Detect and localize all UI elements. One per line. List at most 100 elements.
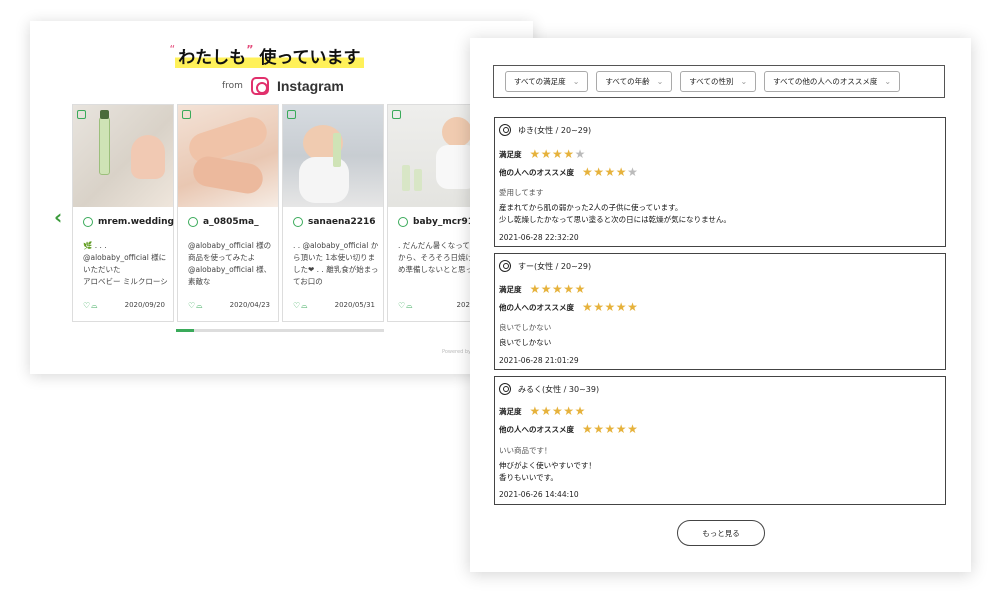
post-photo [73,105,173,207]
star-filled-icon: ★ [582,300,594,314]
instagram-badge-icon [182,110,191,119]
heading-highlight: わたしも [178,48,247,68]
satisfaction-row: 満足度 ★★★★★ [499,147,586,161]
post-user: mrem.wedding [83,217,174,227]
star-filled-icon: ★ [604,300,616,314]
review-title: 良いでしかない [499,323,552,332]
star-filled-icon: ★ [582,422,594,436]
star-filled-icon: ★ [552,404,564,418]
satisfaction-label: 満足度 [499,149,522,159]
review-item: みるく(女性 / 30~39) 満足度 ★★★★★ 他の人へのオススメ度 ★★★★★… [494,376,946,505]
post-date: 2020/05/31 [334,301,375,309]
review-title: いい商品です！ [499,446,552,455]
like-comment-icon: ♡⌓ [293,301,309,310]
review-date: 2021-06-28 21:01:29 [499,356,579,365]
star-filled-icon: ★ [552,282,564,296]
recommend-label: 他の人へのオススメ度 [499,424,574,434]
user-icon [499,124,511,136]
review-item: ゆき(女性 / 20~29) 満足度 ★★★★★ 他の人へのオススメ度 ★★★★★ … [494,117,946,247]
star-filled-icon: ★ [615,300,628,314]
star-filled-icon: ★ [615,422,628,436]
star-filled-icon: ★ [529,147,541,161]
heading-rest: 使っています [259,48,361,68]
post-card[interactable]: a_0805ma_ @alobaby_official 様の商品を使ってみたよ … [177,104,279,322]
post-date: 2020/04/23 [229,301,270,309]
filter-label: すべての満足度 [514,77,566,86]
star-filled-icon: ★ [593,300,605,314]
post-username: mrem.wedding [98,217,174,227]
user-icon [293,217,303,227]
star-filled-icon: ★ [604,422,616,436]
instagram-badge-icon [392,110,401,119]
post-caption: 🌿 . . . @alobaby_official 様にいただいた アロベビー … [83,241,168,286]
user-icon [83,217,93,227]
show-more-button[interactable]: もっと見る [677,520,765,546]
filter-label: すべての他の人へのオススメ度 [773,77,878,86]
star-filled-icon: ★ [529,282,541,296]
powered-by: Powered by [442,349,471,355]
star-filled-icon: ★ [574,282,586,296]
review-body: 伸びがよく使いやすいです！ 香りもいいです。 [499,461,596,482]
chevron-down-icon: ⌄ [572,77,580,86]
star-rating: ★★★★★ [582,422,638,436]
review-body: 良いでしかない [499,338,552,347]
from-label: from [222,81,243,91]
star-rating: ★★★★★ [530,282,586,296]
instagram-badge-icon [287,110,296,119]
chevron-down-icon: ⌄ [740,77,748,86]
recommend-label: 他の人へのオススメ度 [499,302,574,312]
filter-recommend[interactable]: すべての他の人へのオススメ度 ⌄ [764,71,901,92]
carousel-progress[interactable] [176,329,384,332]
review-header: みるく(女性 / 30~39) [499,383,599,395]
review-date: 2021-06-28 22:32:20 [499,233,579,242]
review-item: すー(女性 / 20~29) 満足度 ★★★★★ 他の人へのオススメ度 ★★★★★ … [494,253,946,370]
instagram-source: from Instagram [222,77,344,95]
like-comment-icon: ♡⌓ [188,301,204,310]
star-filled-icon: ★ [563,282,575,296]
star-filled-icon: ★ [574,404,586,418]
recommend-row: 他の人へのオススメ度 ★★★★★ [499,165,638,179]
filter-satisfaction[interactable]: すべての満足度 ⌄ [505,71,589,92]
chevron-down-icon: ⌄ [884,77,892,86]
post-photo [283,105,383,207]
like-comment-icon: ♡⌓ [83,301,99,310]
star-filled-icon: ★ [540,282,553,296]
user-icon [188,217,198,227]
star-rating: ★★★★★ [530,404,586,418]
recommend-row: 他の人へのオススメ度 ★★★★★ [499,300,638,314]
star-rating: ★★★★★ [582,300,638,314]
carousel-progress-fill [176,329,194,332]
review-user: みるく(女性 / 30~39) [518,384,600,394]
satisfaction-label: 満足度 [499,284,522,294]
chevron-down-icon: ⌄ [656,77,664,86]
post-card[interactable]: mrem.wedding 🌿 . . . @alobaby_official 様… [72,104,174,322]
post-caption: . . @alobaby_official から頂いた 1本使い切りました❤ .… [293,241,379,286]
post-carousel: mrem.wedding 🌿 . . . @alobaby_official 様… [72,104,512,342]
filter-age[interactable]: すべての年齢 ⌄ [596,71,673,92]
post-date: 2020/09/20 [124,301,165,309]
satisfaction-label: 満足度 [499,406,522,416]
review-title: 愛用してます [499,188,544,197]
review-header: すー(女性 / 20~29) [499,260,591,272]
review-user: ゆき(女性 / 20~29) [518,125,592,135]
post-user: baby_mcr918 [398,217,480,227]
star-filled-icon: ★ [552,147,564,161]
star-filled-icon: ★ [540,147,553,161]
chevron-left-icon[interactable]: ‹ [54,205,62,229]
post-caption: @alobaby_official 様の商品を使ってみたよ @alobaby_o… [188,241,272,286]
star-filled-icon: ★ [593,165,605,179]
like-comment-icon: ♡⌓ [398,301,414,310]
satisfaction-row: 満足度 ★★★★★ [499,282,586,296]
instagram-icon [250,77,269,95]
instagram-badge-icon [77,110,86,119]
filter-label: すべての年齢 [605,77,650,86]
recommend-row: 他の人へのオススメ度 ★★★★★ [499,422,638,436]
post-footer: ♡⌓ 2020/05/31 [293,301,375,311]
filter-gender[interactable]: すべての性別 ⌄ [680,71,757,92]
star-empty-icon: ★ [627,165,639,179]
post-photo [178,105,278,207]
satisfaction-row: 満足度 ★★★★★ [499,404,586,418]
filter-bar: すべての満足度 ⌄ すべての年齢 ⌄ すべての性別 ⌄ すべての他の人へのオススメ度 ⌄ [493,65,945,98]
star-filled-icon: ★ [563,147,575,161]
post-card[interactable]: sanaena2216 . . @alobaby_official から頂いた … [282,104,384,322]
